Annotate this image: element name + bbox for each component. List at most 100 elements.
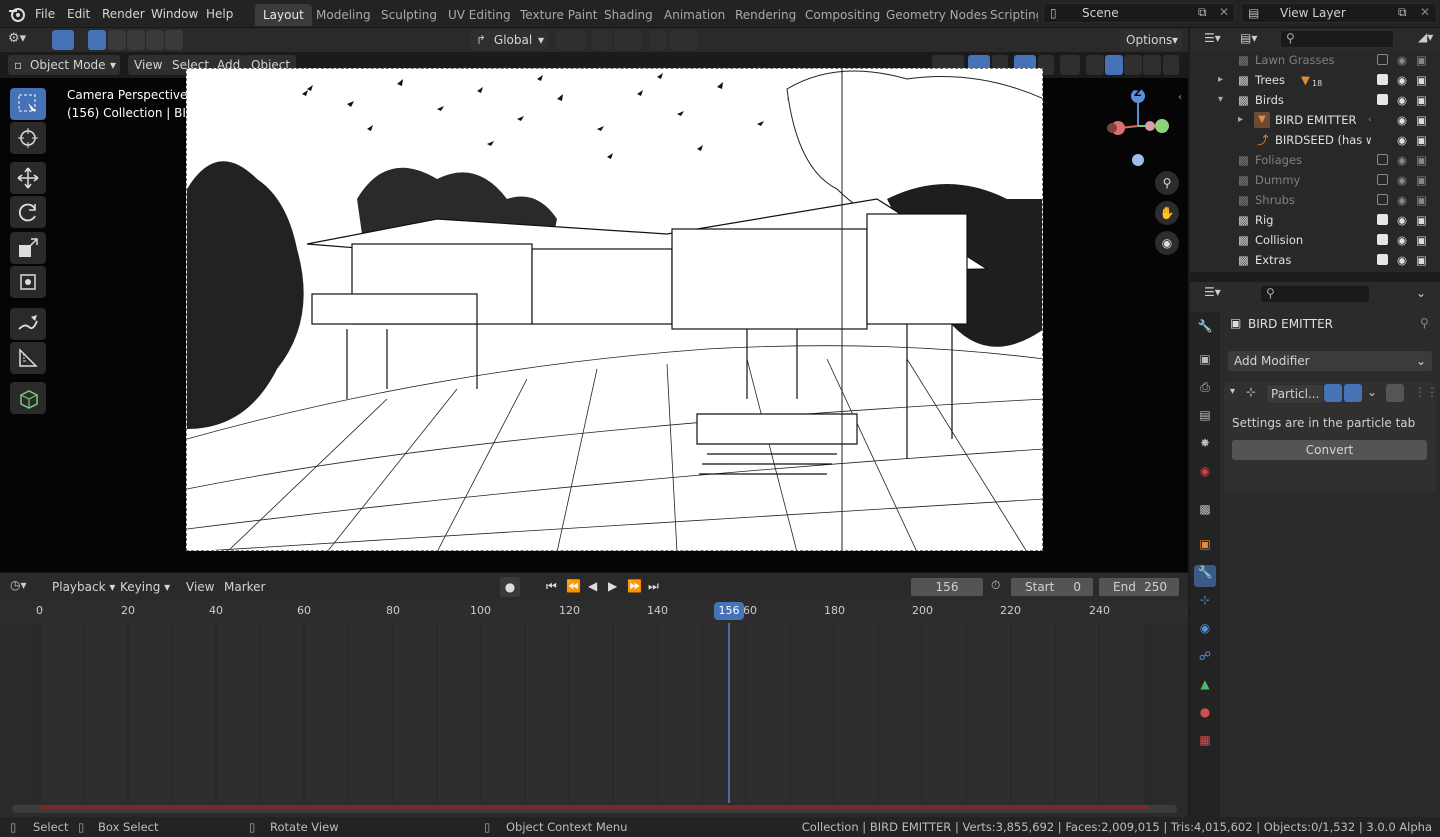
- tab-geometry-nodes[interactable]: Geometry Nodes: [878, 4, 995, 26]
- playhead-frame-badge[interactable]: 156: [714, 602, 744, 620]
- pivot-point-icon[interactable]: [556, 30, 586, 50]
- exclude-checkbox[interactable]: [1377, 254, 1388, 265]
- eye-icon[interactable]: ◉: [1397, 190, 1407, 210]
- solid-shading-icon[interactable]: [1105, 55, 1123, 75]
- tab-rendering[interactable]: Rendering: [727, 4, 804, 26]
- drag-handle-icon[interactable]: ⋮⋮: [1414, 385, 1438, 399]
- render-tab-icon[interactable]: ▣: [1194, 352, 1216, 374]
- outliner-row-rig[interactable]: ▩ Rig ◉ ▣: [1190, 210, 1440, 230]
- camera-icon[interactable]: ▣: [1416, 110, 1427, 130]
- convert-button[interactable]: Convert: [1232, 440, 1427, 460]
- scale-tool[interactable]: [10, 232, 46, 264]
- proportional-edit-icon[interactable]: [650, 30, 666, 50]
- outliner-row-trees[interactable]: ▸ ▩ Trees ▼ 18 ◉ ▣: [1190, 70, 1440, 90]
- editor-type-icon[interactable]: ⚙▾: [8, 31, 26, 46]
- tool-tab-icon[interactable]: 🔧: [1194, 319, 1216, 341]
- tab-animation[interactable]: Animation: [656, 4, 733, 26]
- play-icon[interactable]: ▶: [608, 579, 617, 593]
- outliner-row-lawn-grasses[interactable]: ▩ Lawn Grasses ◉ ▣: [1190, 50, 1440, 70]
- scene-selector[interactable]: ▯ Scene ⧉ ✕: [1043, 3, 1235, 23]
- eye-icon[interactable]: ◉: [1397, 110, 1407, 130]
- current-frame-input[interactable]: 156: [910, 577, 984, 597]
- collection-tab-icon[interactable]: ▩: [1194, 502, 1216, 524]
- new-scene-icon[interactable]: ⧉: [1198, 5, 1207, 20]
- menu-file[interactable]: File: [35, 4, 55, 24]
- annotate-tool[interactable]: [10, 308, 46, 340]
- filter-icon[interactable]: ◢▾: [1418, 30, 1433, 44]
- tab-compositing[interactable]: Compositing: [797, 4, 888, 26]
- next-keyframe-icon[interactable]: ⏩: [627, 579, 642, 593]
- outliner-editor-icon[interactable]: ☰▾: [1204, 31, 1221, 45]
- eye-icon[interactable]: ◉: [1397, 90, 1407, 110]
- eye-icon[interactable]: ◉: [1397, 210, 1407, 230]
- exclude-checkbox[interactable]: [1377, 54, 1388, 65]
- exclude-checkbox[interactable]: [1377, 154, 1388, 165]
- transform-tool[interactable]: [10, 266, 46, 298]
- world-tab-icon[interactable]: ◉: [1194, 464, 1216, 486]
- snap-icon[interactable]: [592, 30, 612, 50]
- outliner-search-input[interactable]: ⚲: [1280, 30, 1394, 48]
- options-dropdown[interactable]: Options ▾: [1120, 30, 1182, 50]
- outliner-row-bird-emitter[interactable]: ▸ ▼ BIRD EMITTER ‹ ◉ ▣: [1190, 110, 1440, 130]
- scene-tab-icon[interactable]: ✸: [1194, 436, 1216, 458]
- view-layer-tab-icon[interactable]: ▤: [1194, 408, 1216, 430]
- tab-uv-editing[interactable]: UV Editing: [440, 4, 519, 26]
- output-tab-icon[interactable]: ⎙: [1194, 380, 1216, 402]
- camera-icon[interactable]: ▣: [1416, 70, 1427, 90]
- tab-shading[interactable]: Shading: [596, 4, 661, 26]
- object-tab-icon[interactable]: ▣: [1194, 537, 1216, 559]
- measure-tool[interactable]: [10, 342, 46, 374]
- expand-icon[interactable]: ▸: [1218, 70, 1223, 90]
- chevron-down-icon[interactable]: ⌄: [1416, 286, 1426, 300]
- exclude-checkbox[interactable]: [1377, 234, 1388, 245]
- eye-icon[interactable]: ◉: [1397, 150, 1407, 170]
- add-modifier-dropdown[interactable]: Add Modifier ⌄: [1228, 351, 1432, 371]
- eye-icon[interactable]: ◉: [1397, 70, 1407, 90]
- exclude-checkbox[interactable]: [1377, 74, 1388, 85]
- select-extend-icon[interactable]: [108, 30, 126, 50]
- start-frame-input[interactable]: Start 0: [1010, 577, 1094, 597]
- pan-hand-icon[interactable]: ✋: [1155, 201, 1179, 225]
- expand-icon[interactable]: ▸: [1238, 110, 1243, 130]
- eye-icon[interactable]: ◉: [1397, 170, 1407, 190]
- mode-dropdown[interactable]: ▫ Object Mode ▾: [8, 55, 120, 75]
- select-new-icon[interactable]: [88, 30, 106, 50]
- frame-ruler[interactable]: 0 20 40 60 80 100 120 140 160 180 200 22…: [0, 601, 1188, 623]
- cursor-tool[interactable]: [10, 122, 46, 154]
- camera-icon[interactable]: ▣: [1416, 150, 1427, 170]
- 3d-viewport[interactable]: ⚙▾ ↱ Global ▾ Options ▾ ▫ Object Mode ▾ …: [0, 28, 1188, 572]
- select-tool-icon[interactable]: [52, 30, 74, 50]
- camera-view-icon[interactable]: ◉: [1155, 231, 1179, 255]
- eye-icon[interactable]: ◉: [1397, 50, 1407, 70]
- camera-icon[interactable]: ▣: [1416, 50, 1427, 70]
- eye-icon[interactable]: ◉: [1397, 230, 1407, 250]
- menu-playback[interactable]: Playback ▾: [46, 577, 121, 597]
- add-cube-tool[interactable]: [10, 382, 46, 414]
- properties-search-input[interactable]: ⚲: [1260, 285, 1370, 303]
- falloff-icon[interactable]: [670, 30, 698, 50]
- rotate-tool[interactable]: [10, 196, 46, 228]
- snap-target-icon[interactable]: [614, 30, 642, 50]
- move-tool[interactable]: [10, 162, 46, 194]
- camera-icon[interactable]: ▣: [1416, 130, 1427, 150]
- display-mode-icon[interactable]: ▤▾: [1240, 31, 1257, 45]
- exclude-checkbox[interactable]: [1377, 214, 1388, 225]
- view-layer-selector[interactable]: ▤ View Layer ⧉ ✕: [1241, 3, 1437, 23]
- menu-keying[interactable]: Keying ▾: [114, 577, 176, 597]
- collapse-sidebar-icon[interactable]: ‹: [1178, 92, 1182, 103]
- material-shading-icon[interactable]: [1124, 55, 1142, 75]
- record-icon[interactable]: ●: [500, 577, 520, 597]
- camera-icon[interactable]: ▣: [1416, 90, 1427, 110]
- prev-keyframe-icon[interactable]: ⏪: [566, 579, 581, 593]
- select-box-tool[interactable]: [10, 88, 46, 120]
- select-intersect-icon[interactable]: [165, 30, 183, 50]
- xray-icon[interactable]: [1060, 55, 1080, 75]
- exclude-checkbox[interactable]: [1377, 94, 1388, 105]
- camera-icon[interactable]: ▣: [1416, 250, 1427, 270]
- tab-texture-paint[interactable]: Texture Paint: [512, 4, 605, 26]
- camera-icon[interactable]: ▣: [1416, 230, 1427, 250]
- particles-tab-icon[interactable]: ⊹: [1194, 593, 1216, 615]
- show-in-render-icon[interactable]: [1344, 384, 1362, 402]
- outliner-row-birds[interactable]: ▾ ▩ Birds ◉ ▣: [1190, 90, 1440, 110]
- outliner-row-extras[interactable]: ▩ Extras ◉ ▣: [1190, 250, 1440, 270]
